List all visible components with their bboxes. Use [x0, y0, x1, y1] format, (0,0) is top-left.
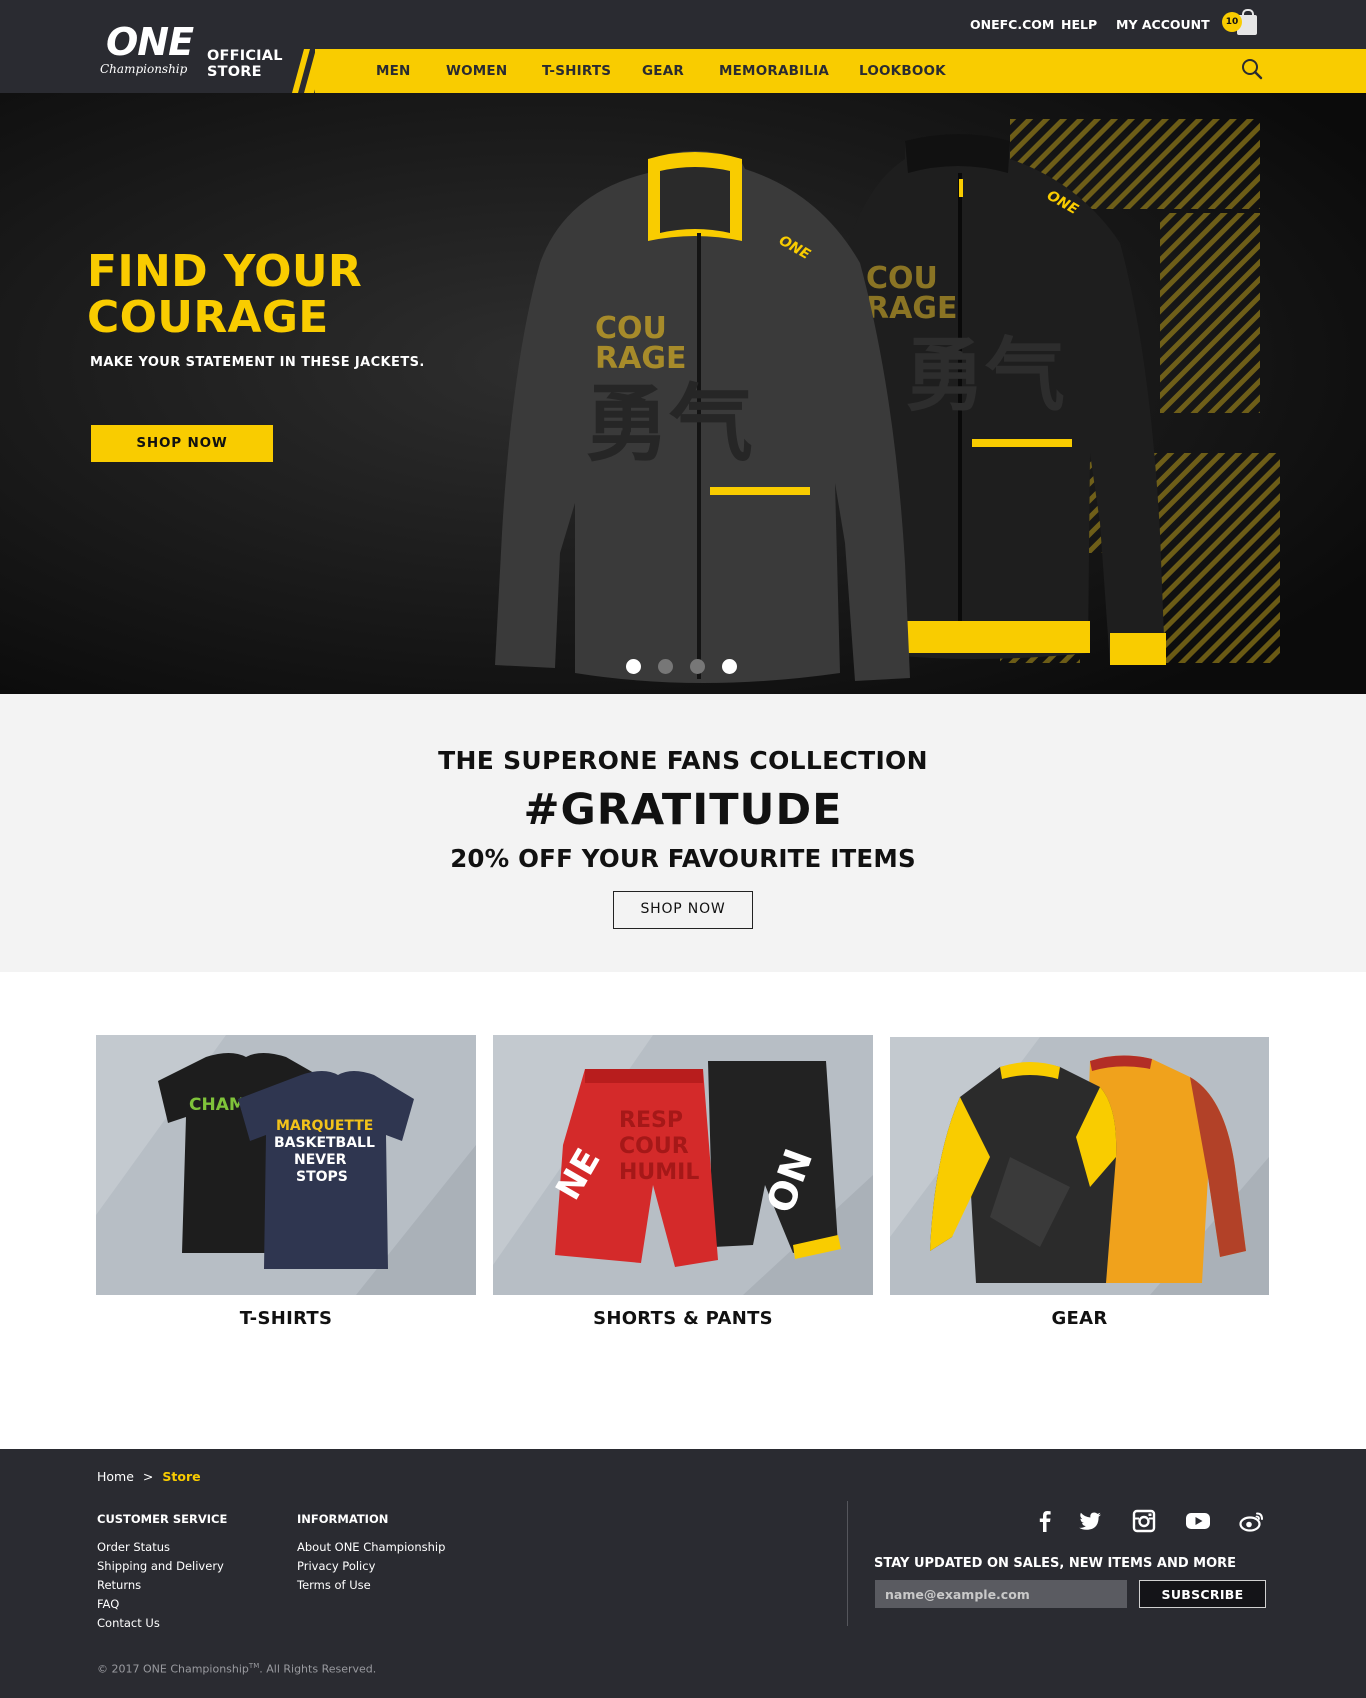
hero-banner: COU RAGE 勇气 ONE COU RAGE 勇气 ONE FIND YOU…: [0, 93, 1366, 694]
carousel-dot-2[interactable]: [658, 659, 673, 674]
cart-button[interactable]: 10: [1222, 9, 1262, 37]
carousel-dot-3[interactable]: [690, 659, 705, 674]
footer-link-shipping[interactable]: Shipping and Delivery: [97, 1557, 224, 1576]
category-gear[interactable]: GEAR: [890, 1037, 1269, 1337]
svg-text:MARQUETTE: MARQUETTE: [276, 1118, 373, 1134]
category-label-shorts: SHORTS & PANTS: [593, 1308, 773, 1329]
footer-link-returns[interactable]: Returns: [97, 1576, 224, 1595]
svg-text:勇气: 勇气: [585, 375, 753, 473]
site-footer: Home > Store CUSTOMER SERVICE Order Status…: [0, 1449, 1366, 1698]
copyright-text: © 2017 ONE Championship: [97, 1662, 249, 1676]
svg-text:勇气: 勇气: [905, 329, 1065, 422]
breadcrumb: Home > Store: [97, 1469, 201, 1484]
store-label-line2: STORE: [207, 64, 262, 80]
breadcrumb-home[interactable]: Home: [97, 1469, 134, 1484]
nav-item-lookbook[interactable]: LOOKBOOK: [859, 63, 946, 79]
top-link-help[interactable]: HELP: [1061, 17, 1097, 32]
svg-text:NEVER: NEVER: [294, 1152, 347, 1168]
svg-text:RESP: RESP: [619, 1108, 683, 1133]
category-label-tshirts: T-SHIRTS: [239, 1308, 333, 1329]
svg-text:RAGE: RAGE: [866, 291, 957, 326]
footer-link-privacy[interactable]: Privacy Policy: [297, 1557, 445, 1576]
carousel-dots: [626, 659, 746, 675]
breadcrumb-separator-icon: >: [142, 1469, 154, 1484]
youtube-icon[interactable]: [1184, 1507, 1212, 1535]
svg-text:COUR: COUR: [619, 1134, 689, 1159]
nav-item-men[interactable]: MEN: [376, 63, 411, 79]
official-store-label: OFFICIAL STORE: [207, 48, 283, 80]
category-tshirts[interactable]: CHAMPIONS MARQUETTE BASKETBALL NEVER STO…: [96, 1035, 476, 1335]
hero-title: FIND YOUR COURAGE: [87, 249, 362, 341]
hero-shop-now-button[interactable]: SHOP NOW: [91, 425, 273, 462]
newsletter-title: STAY UPDATED ON SALES, NEW ITEMS AND MOR…: [874, 1556, 1237, 1571]
trademark-mark: TM: [248, 1662, 260, 1670]
top-link-onefc[interactable]: ONEFC.COM: [970, 17, 1054, 32]
footer-link-order-status[interactable]: Order Status: [97, 1538, 224, 1557]
nav-item-gear[interactable]: GEAR: [642, 63, 684, 79]
newsletter-email-input[interactable]: [875, 1580, 1127, 1608]
carousel-dot-4[interactable]: [722, 659, 737, 674]
main-nav: MEN WOMEN T-SHIRTS GEAR MEMORABILIA LOOK…: [315, 49, 1366, 93]
promo-shop-now-button[interactable]: SHOP NOW: [613, 891, 753, 929]
customer-service-heading: CUSTOMER SERVICE: [97, 1512, 228, 1526]
nav-item-tshirts[interactable]: T-SHIRTS: [542, 63, 611, 79]
instagram-icon[interactable]: [1130, 1507, 1158, 1535]
carousel-dot-1[interactable]: [626, 659, 641, 674]
promo-hashtag: #GRATITUDE: [523, 785, 843, 835]
rashguard-image: [890, 1037, 1269, 1295]
footer-link-contact[interactable]: Contact Us: [97, 1614, 224, 1633]
subscribe-button[interactable]: SUBSCRIBE: [1139, 1580, 1266, 1608]
footer-divider: [847, 1501, 848, 1626]
top-link-my-account[interactable]: MY ACCOUNT: [1116, 17, 1210, 32]
tshirts-image: CHAMPIONS MARQUETTE BASKETBALL NEVER STO…: [96, 1035, 476, 1295]
shorts-image: ON RESP COUR HUMIL NE: [493, 1035, 873, 1295]
footer-link-about[interactable]: About ONE Championship: [297, 1538, 445, 1557]
promo-section: THE SUPERONE FANS COLLECTION #GRATITUDE …: [0, 694, 1366, 972]
twitter-icon[interactable]: [1076, 1507, 1104, 1535]
svg-text:HUMIL: HUMIL: [619, 1160, 699, 1185]
logo-subtitle: Championship: [100, 62, 188, 76]
svg-text:STOPS: STOPS: [296, 1169, 348, 1185]
facebook-icon[interactable]: [1031, 1507, 1059, 1535]
store-label-line1: OFFICIAL: [207, 48, 283, 64]
weibo-icon[interactable]: [1238, 1507, 1266, 1535]
hero-title-line2: COURAGE: [87, 292, 329, 343]
search-icon[interactable]: [1240, 57, 1264, 81]
footer-link-faq[interactable]: FAQ: [97, 1595, 224, 1614]
svg-text:BASKETBALL: BASKETBALL: [274, 1135, 375, 1151]
customer-service-links: Order Status Shipping and Delivery Retur…: [97, 1538, 224, 1633]
footer-link-terms[interactable]: Terms of Use: [297, 1576, 445, 1595]
cart-count-badge: 10: [1222, 12, 1242, 32]
information-links: About ONE Championship Privacy Policy Te…: [297, 1538, 445, 1595]
information-heading: INFORMATION: [297, 1512, 389, 1526]
promo-collection-title: THE SUPERONE FANS COLLECTION: [438, 746, 928, 775]
category-shorts-pants[interactable]: ON RESP COUR HUMIL NE SHORTS & PANTS: [493, 1035, 873, 1335]
nav-item-women[interactable]: WOMEN: [446, 63, 507, 79]
logo-wordmark: ONE: [106, 20, 194, 64]
nav-item-memorabilia[interactable]: MEMORABILIA: [719, 63, 829, 79]
svg-text:RAGE: RAGE: [595, 341, 686, 376]
copyright-suffix: . All Rights Reserved.: [259, 1662, 377, 1676]
hero-jackets-image: COU RAGE 勇气 ONE COU RAGE 勇气 ONE: [0, 93, 1366, 694]
hero-subtitle: MAKE YOUR STATEMENT IN THESE JACKETS.: [90, 355, 425, 370]
hero-title-line1: FIND YOUR: [87, 246, 363, 297]
category-label-gear: GEAR: [1051, 1308, 1108, 1329]
copyright: © 2017 ONE ChampionshipTM. All Rights Re…: [97, 1662, 376, 1676]
breadcrumb-current: Store: [162, 1469, 201, 1484]
promo-discount: 20% OFF YOUR FAVOURITE ITEMS: [450, 844, 916, 873]
one-championship-logo[interactable]: ONE Championship: [98, 20, 194, 80]
